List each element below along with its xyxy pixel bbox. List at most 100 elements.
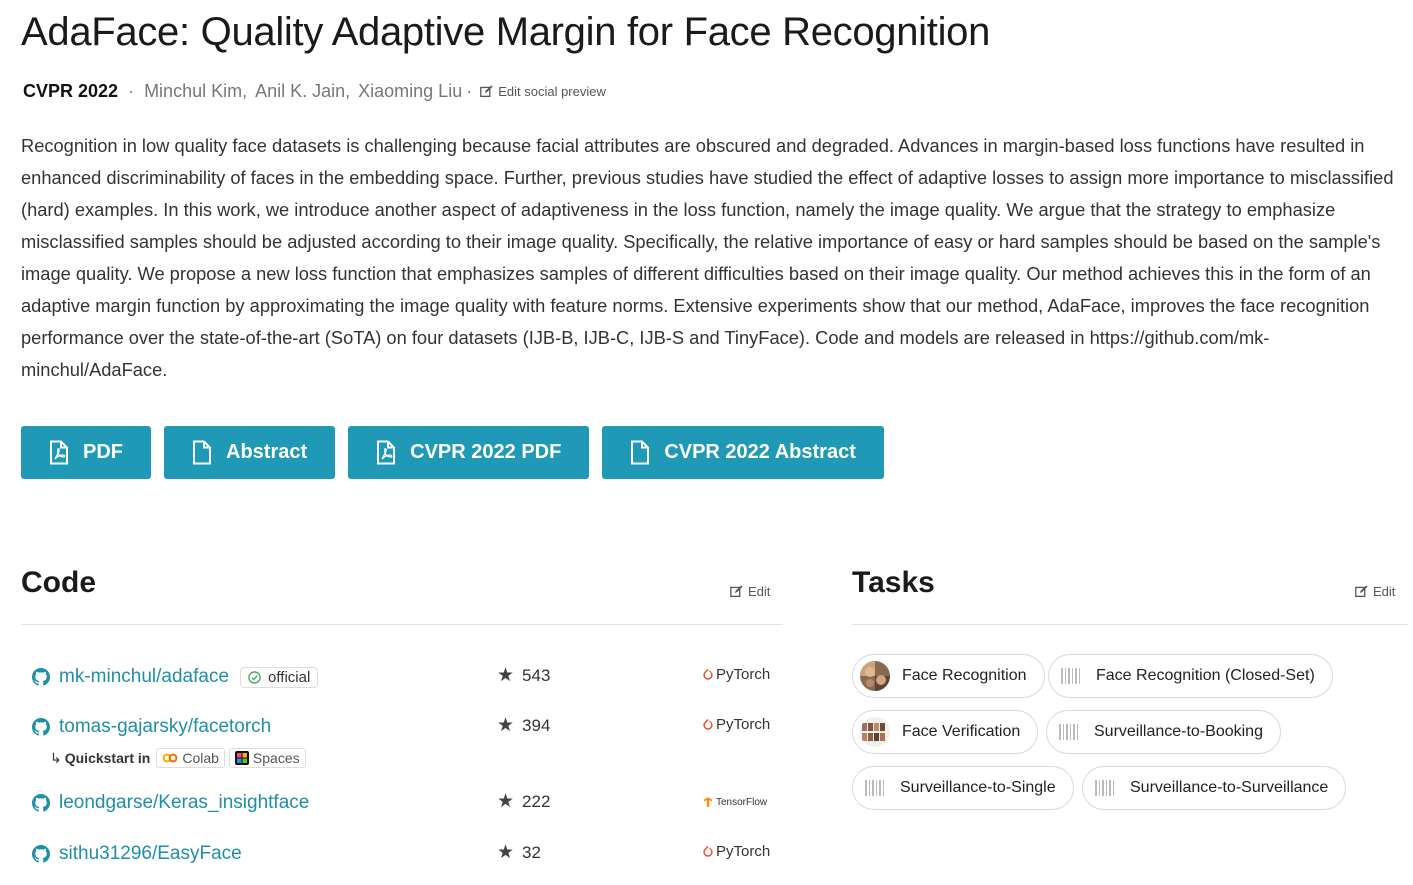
quickstart-label: Quickstart in xyxy=(64,750,151,766)
repo-link[interactable]: mk-minchul/adaface xyxy=(59,666,229,688)
task-label: Surveillance-to-Surveillance xyxy=(1130,779,1329,796)
code-edit-link[interactable]: Edit xyxy=(730,584,770,599)
tasks-edit-link[interactable]: Edit xyxy=(1355,584,1395,599)
colab-label: Colab xyxy=(182,750,219,766)
colab-icon xyxy=(162,753,178,763)
code-divider xyxy=(21,624,783,625)
conference-label: CVPR 2022 xyxy=(23,80,119,101)
code-repo-row: tomas-gajarsky/facetorch xyxy=(32,716,271,738)
spaces-icon xyxy=(234,751,249,765)
spaces-link[interactable]: Spaces xyxy=(228,748,306,768)
file-icon xyxy=(193,440,211,465)
author-link[interactable]: Anil K. Jain, xyxy=(255,81,350,102)
author-link[interactable]: Xiaoming Liu xyxy=(358,81,462,102)
cvpr-pdf-button[interactable]: CVPR 2022 PDF xyxy=(348,426,590,479)
cvpr-abstract-button[interactable]: CVPR 2022 Abstract xyxy=(602,426,884,479)
framework-label: TensorFlow xyxy=(703,797,767,808)
repo-stars: ★ 32 xyxy=(497,841,541,864)
star-icon: ★ xyxy=(497,842,515,863)
github-icon xyxy=(32,718,50,736)
code-repo-row: mk-minchul/adaface official xyxy=(32,666,319,688)
code-heading: Code xyxy=(21,566,96,599)
edit-icon xyxy=(730,585,743,598)
pdf-button[interactable]: PDF xyxy=(21,426,151,479)
paper-links: PDF Abstract CVPR 2022 PDF CVPR 2022 Abs… xyxy=(21,426,884,479)
code-edit-label: Edit xyxy=(748,584,771,599)
task-label: Surveillance-to-Single xyxy=(900,779,1056,796)
repo-stars: ★ 394 xyxy=(497,714,550,737)
task-label: Surveillance-to-Booking xyxy=(1094,723,1263,740)
pdf-file-icon xyxy=(377,440,396,465)
framework-name: PyTorch xyxy=(716,666,771,683)
framework-name: PyTorch xyxy=(716,843,771,860)
paper-abstract: Recognition in low quality face datasets… xyxy=(21,135,1394,380)
file-icon xyxy=(631,440,650,465)
tasks-divider xyxy=(852,624,1408,625)
task-label: Face Recognition (Closed-Set) xyxy=(1096,667,1315,684)
barcode-placeholder-icon xyxy=(1061,668,1080,684)
repo-link[interactable]: leondgarse/Keras_insightface xyxy=(59,792,309,814)
framework-name: TensorFlow xyxy=(716,797,768,808)
author-link[interactable]: Minchul Kim, xyxy=(144,81,247,102)
abstract-button[interactable]: Abstract xyxy=(164,426,336,479)
edit-social-preview-label: Edit social preview xyxy=(498,83,606,99)
pdf-file-icon xyxy=(50,440,68,465)
framework-name: PyTorch xyxy=(716,716,771,733)
face-thumbnail-icon xyxy=(860,661,890,691)
code-repo-row: leondgarse/Keras_insightface xyxy=(32,792,309,814)
pytorch-icon xyxy=(703,668,713,680)
spaces-label: Spaces xyxy=(252,750,300,766)
star-count: 543 xyxy=(522,665,551,685)
star-count: 32 xyxy=(522,842,541,862)
separator-dot: · xyxy=(466,80,473,101)
tasks-heading: Tasks xyxy=(852,566,935,599)
abstract-button-label: Abstract xyxy=(226,441,308,463)
tensorflow-icon xyxy=(704,797,712,808)
face-thumbnail-icon xyxy=(860,717,890,747)
task-chip[interactable]: Face Recognition xyxy=(852,654,1045,698)
colab-link[interactable]: Colab xyxy=(156,748,225,768)
repo-link[interactable]: sithu31296/EasyFace xyxy=(59,843,242,865)
pytorch-icon xyxy=(703,845,713,857)
edit-icon xyxy=(480,84,493,97)
barcode-placeholder-icon xyxy=(1059,724,1078,740)
task-label: Face Verification xyxy=(902,723,1021,740)
corner-arrow-icon: ↳ xyxy=(50,749,62,766)
barcode-placeholder-icon xyxy=(865,780,884,796)
repo-stars: ★ 222 xyxy=(497,790,550,813)
edit-icon xyxy=(1355,585,1368,598)
cvpr-pdf-button-label: CVPR 2022 PDF xyxy=(410,441,562,463)
task-chip[interactable]: Surveillance-to-Booking xyxy=(1046,710,1281,754)
paper-title: AdaFace: Quality Adaptive Margin for Fac… xyxy=(21,10,991,54)
star-icon: ★ xyxy=(497,715,515,736)
framework-label: PyTorch xyxy=(703,666,770,683)
framework-label: PyTorch xyxy=(703,716,770,733)
edit-social-preview-link[interactable]: Edit social preview xyxy=(480,84,606,99)
task-chip[interactable]: Face Recognition (Closed-Set) xyxy=(1048,654,1333,698)
cvpr-abstract-button-label: CVPR 2022 Abstract xyxy=(664,441,856,463)
github-icon xyxy=(32,668,50,686)
check-circle-icon xyxy=(248,670,261,684)
code-repo-row: sithu31296/EasyFace xyxy=(32,843,242,865)
repo-link[interactable]: tomas-gajarsky/facetorch xyxy=(59,716,271,738)
barcode-placeholder-icon xyxy=(1095,780,1114,796)
repo-stars: ★ 543 xyxy=(497,664,550,687)
star-icon: ★ xyxy=(497,791,515,812)
official-badge: official xyxy=(240,666,319,688)
official-badge-label: official xyxy=(268,668,311,686)
task-chip[interactable]: Surveillance-to-Surveillance xyxy=(1082,766,1347,810)
separator-dot: · xyxy=(128,80,135,101)
task-chip[interactable]: Surveillance-to-Single xyxy=(852,766,1074,810)
star-count: 222 xyxy=(522,791,551,811)
pytorch-icon xyxy=(703,718,713,730)
task-label: Face Recognition xyxy=(902,667,1027,684)
task-chip[interactable]: Face Verification xyxy=(852,710,1039,754)
paper-meta: CVPR 2022 · Minchul Kim, Anil K. Jain, X… xyxy=(23,79,606,103)
framework-label: PyTorch xyxy=(703,843,770,860)
github-icon xyxy=(32,845,50,863)
star-count: 394 xyxy=(522,715,551,735)
tasks-edit-label: Edit xyxy=(1373,584,1396,599)
quickstart-row: ↳ Quickstart in Colab Spaces xyxy=(50,748,310,768)
star-icon: ★ xyxy=(497,665,515,686)
github-icon xyxy=(32,794,50,812)
